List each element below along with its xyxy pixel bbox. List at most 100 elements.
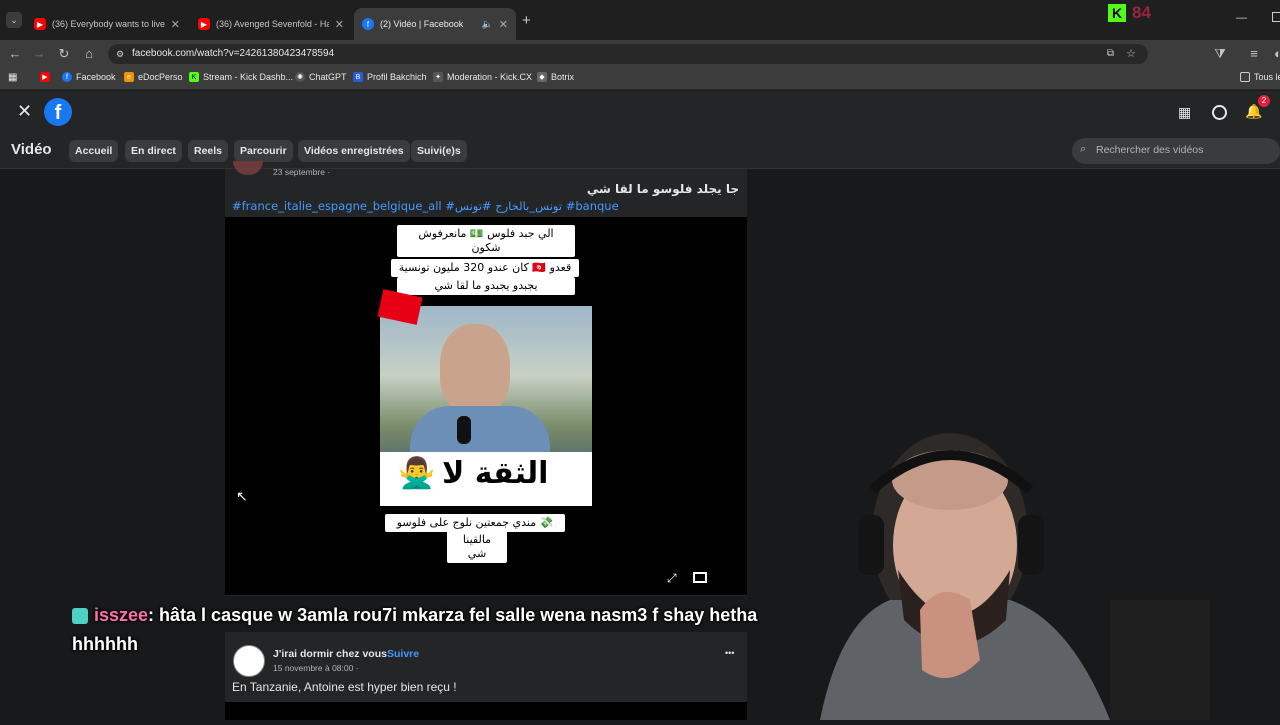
botrix-icon: ◆ bbox=[537, 72, 547, 82]
messenger-icon[interactable] bbox=[1212, 105, 1227, 120]
fullscreen-icon[interactable]: ⤢ bbox=[667, 571, 677, 586]
reading-list-icon[interactable]: ≡ bbox=[1246, 46, 1262, 61]
star-icon[interactable]: ☆ bbox=[1126, 44, 1136, 64]
pip-icon[interactable] bbox=[693, 572, 707, 583]
tab-youtube-2[interactable]: ▶ (36) Avenged Sevenfold - Hail T ✕ bbox=[190, 8, 352, 40]
facebook-icon: f bbox=[362, 18, 374, 30]
extensions-icon[interactable]: ⧩ bbox=[1212, 46, 1228, 62]
avatar[interactable] bbox=[233, 161, 263, 175]
bookmark-kick-dashboard[interactable]: K Stream - Kick Dashb... bbox=[189, 72, 293, 82]
caption-line: كان عندو 320 مليون تونسية 🇹🇳 قعدو bbox=[391, 259, 579, 277]
address-bar-row: ← → ↻ ⌂ ⚙ facebook.com/watch?v=242613804… bbox=[0, 40, 1280, 68]
caption-line: يجبدو يجبدو ما لقا شي bbox=[397, 277, 575, 295]
edoc-icon: e bbox=[124, 72, 134, 82]
search-icon: ⌕ bbox=[1080, 143, 1087, 155]
sticker-text: الثقة لا bbox=[442, 456, 549, 491]
kick-icon: K bbox=[189, 72, 199, 82]
site-info-icon[interactable]: ⚙ bbox=[116, 44, 124, 64]
profile-icon[interactable]: ◐ bbox=[1270, 46, 1280, 61]
caption-line: الي جبد فلوس 💵 مانعرفوش شكون bbox=[397, 225, 575, 257]
chatgpt-icon: ✺ bbox=[295, 72, 305, 82]
close-tab-icon[interactable]: ✕ bbox=[499, 18, 508, 31]
bookmark-label: Moderation - Kick.CX bbox=[447, 72, 533, 82]
tab-facebook[interactable]: f (2) Vidéo | Facebook 🔈 ✕ bbox=[354, 8, 516, 40]
apps-icon[interactable]: ▦ bbox=[8, 72, 17, 83]
tab-title: (2) Vidéo | Facebook bbox=[380, 19, 464, 29]
bookmark-label: Botrix bbox=[551, 72, 575, 82]
video-player[interactable]: الي جبد فلوس 💵 مانعرفوش شكون كان عندو 32… bbox=[225, 217, 747, 595]
tab-reels[interactable]: Reels bbox=[188, 140, 229, 162]
bookmark-profil-bakchich[interactable]: B Profil Bakchich bbox=[353, 72, 427, 82]
chat-badge-icon bbox=[72, 608, 88, 625]
install-icon[interactable]: ⧉ bbox=[1107, 44, 1114, 64]
bookmark-label: Stream - Kick Dashb... bbox=[203, 72, 294, 82]
back-icon[interactable]: ← bbox=[7, 46, 23, 61]
bookmark-moderation[interactable]: ✦ Moderation - Kick.CX bbox=[433, 72, 532, 82]
tab-parcourir[interactable]: Parcourir bbox=[234, 140, 293, 162]
post-text: En Tanzanie, Antoine est hyper bien reçu… bbox=[232, 680, 457, 694]
kick-logo: K bbox=[1108, 4, 1126, 22]
tab-videos-enregistrees[interactable]: Vidéos enregistrées bbox=[298, 140, 410, 162]
all-bookmarks[interactable]: Tous le bbox=[1240, 72, 1280, 82]
bookmark-label: Tous le bbox=[1254, 72, 1280, 82]
post-hashtags[interactable]: #france_italie_espagne_belgique_all #تون… bbox=[232, 199, 619, 213]
facebook-icon: f bbox=[62, 72, 72, 82]
bookmark-edocperso[interactable]: e eDocPerso bbox=[124, 72, 183, 82]
bookmark-youtube[interactable]: ▶ bbox=[40, 72, 54, 82]
home-icon[interactable]: ⌂ bbox=[81, 46, 97, 61]
video-search-field[interactable]: ⌕ Rechercher des vidéos bbox=[1072, 138, 1280, 164]
bookmark-label: Facebook bbox=[76, 72, 116, 82]
bookmark-label: ChatGPT bbox=[309, 72, 347, 82]
youtube-icon: ▶ bbox=[34, 18, 46, 30]
new-tab-button[interactable]: + bbox=[522, 12, 531, 29]
page-title: Vidéo bbox=[11, 141, 52, 158]
search-placeholder: Rechercher des vidéos bbox=[1096, 144, 1204, 156]
bookmark-chatgpt[interactable]: ✺ ChatGPT bbox=[295, 72, 347, 82]
restore-icon[interactable] bbox=[1272, 12, 1280, 22]
menu-grid-icon[interactable]: ▦ bbox=[1178, 104, 1191, 121]
facebook-logo[interactable]: f bbox=[44, 98, 72, 126]
post-date: 15 novembre à 08:00 · bbox=[273, 663, 359, 673]
chat-message: isszee: hâta l casque w 3amla rou7i mkar… bbox=[72, 601, 762, 659]
reload-icon[interactable]: ↻ bbox=[56, 46, 72, 62]
tab-title: (36) Avenged Sevenfold - Hail T bbox=[216, 19, 329, 29]
chat-username[interactable]: isszee bbox=[94, 605, 148, 625]
tab-list-chevron-icon[interactable]: ⌄ bbox=[6, 12, 22, 28]
url-field[interactable]: ⚙ facebook.com/watch?v=2426138042347859​… bbox=[108, 44, 1148, 64]
youtube-icon: ▶ bbox=[40, 72, 50, 82]
streamer-webcam-image bbox=[820, 433, 1210, 720]
person-head bbox=[440, 324, 510, 414]
bookmark-label: Profil Bakchich bbox=[367, 72, 427, 82]
tab-youtube-1[interactable]: ▶ (36) Everybody wants to live to ✕ bbox=[26, 8, 188, 40]
close-icon[interactable]: ✕ bbox=[17, 101, 32, 122]
youtube-icon: ▶ bbox=[198, 18, 210, 30]
bookmark-label: eDocPerso bbox=[138, 72, 183, 82]
video-nav: Vidéo Accueil En direct Reels Parcourir … bbox=[0, 133, 1280, 169]
browser-tab-bar: ⌄ ▶ (36) Everybody wants to live to ✕ ▶ … bbox=[0, 0, 1280, 40]
speaker-icon[interactable]: 🔈 bbox=[482, 19, 493, 30]
folder-icon bbox=[1240, 72, 1250, 82]
close-tab-icon[interactable]: ✕ bbox=[171, 18, 180, 31]
video-thumbnail[interactable] bbox=[225, 702, 747, 720]
mouse-cursor-icon: ↖ bbox=[236, 488, 248, 504]
bookmark-botrix[interactable]: ◆ Botrix bbox=[537, 72, 574, 82]
webcam-overlay bbox=[810, 420, 1280, 720]
tab-accueil[interactable]: Accueil bbox=[69, 140, 119, 162]
facebook-header: ✕ f ▦ 🔔 2 bbox=[0, 91, 1280, 133]
caption-line: مندي جمعتين نلوج على فلوسو 💸 bbox=[385, 514, 565, 532]
notification-badge: 2 bbox=[1258, 95, 1270, 107]
chat-text: : hâta l casque w 3amla rou7i mkarza fel… bbox=[72, 605, 758, 654]
bookmark-facebook[interactable]: f Facebook bbox=[62, 72, 116, 82]
tab-title: (36) Everybody wants to live to bbox=[52, 19, 165, 29]
microphone-icon bbox=[457, 416, 471, 444]
tab-en-direct[interactable]: En direct bbox=[125, 140, 182, 162]
close-tab-icon[interactable]: ✕ bbox=[335, 18, 344, 31]
tab-suivis[interactable]: Suivi(e)s bbox=[411, 140, 467, 162]
bookmarks-bar: ▦ ▶ f Facebook e eDocPerso K Stream - Ki… bbox=[0, 68, 1280, 90]
minimize-icon[interactable]: — bbox=[1236, 12, 1247, 24]
caption-line: مالقينا شي bbox=[447, 531, 507, 563]
forward-icon[interactable]: → bbox=[31, 46, 47, 61]
url-text: facebook.com/watch?v=2426138042347859​4 bbox=[132, 48, 335, 59]
kick-counter: 84 bbox=[1132, 3, 1151, 22]
b-icon: B bbox=[353, 72, 363, 82]
